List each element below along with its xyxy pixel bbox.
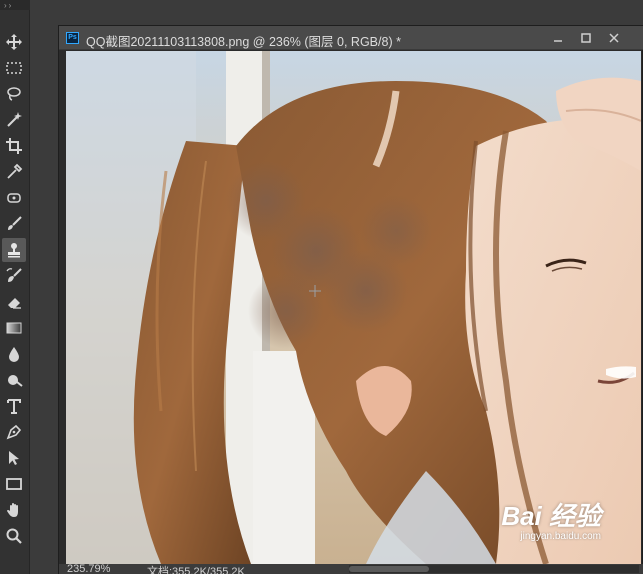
maximize-button[interactable] bbox=[572, 26, 600, 50]
lasso-tool-icon[interactable] bbox=[2, 82, 26, 106]
eraser-tool-icon[interactable] bbox=[2, 290, 26, 314]
marquee-tool-icon[interactable] bbox=[2, 56, 26, 80]
tools-panel: ›› bbox=[0, 0, 30, 574]
type-tool-icon[interactable] bbox=[2, 394, 26, 418]
zoom-level[interactable]: 235.79% bbox=[67, 563, 110, 574]
document-window: Ps QQ截图20211103113808.png @ 236% (图层 0, … bbox=[58, 25, 643, 574]
move-tool-icon[interactable] bbox=[2, 30, 26, 54]
document-titlebar[interactable]: Ps QQ截图20211103113808.png @ 236% (图层 0, … bbox=[59, 26, 643, 50]
clone-stamp-tool-icon[interactable] bbox=[2, 238, 26, 262]
zoom-tool-icon[interactable] bbox=[2, 524, 26, 548]
scrollbar-thumb[interactable] bbox=[349, 566, 429, 572]
image-canvas[interactable]: Bai 经验 jingyan.baidu.com bbox=[66, 51, 641, 564]
rectangle-tool-icon[interactable] bbox=[2, 472, 26, 496]
photoshop-app: ›› Ps QQ截图20211103113808.png @ 236% (图层 … bbox=[0, 0, 643, 574]
pen-tool-icon[interactable] bbox=[2, 420, 26, 444]
document-size[interactable]: 文档:355.2K/355.2K bbox=[147, 563, 245, 574]
watermark-logo: Bai 经验 bbox=[501, 501, 601, 531]
document-title: QQ截图20211103113808.png @ 236% (图层 0, RGB… bbox=[86, 35, 401, 49]
status-bar: 235.79% 文档:355.2K/355.2K bbox=[59, 563, 643, 574]
photo-image bbox=[66, 51, 641, 564]
baidu-watermark: Bai 经验 jingyan.baidu.com bbox=[501, 496, 601, 542]
history-brush-tool-icon[interactable] bbox=[2, 264, 26, 288]
blur-tool-icon[interactable] bbox=[2, 342, 26, 366]
minimize-button[interactable] bbox=[544, 26, 572, 50]
horizontal-scrollbar[interactable] bbox=[349, 565, 639, 573]
hand-tool-icon[interactable] bbox=[2, 498, 26, 522]
photoshop-icon: Ps bbox=[66, 32, 79, 44]
crop-tool-icon[interactable] bbox=[2, 134, 26, 158]
brush-tool-icon[interactable] bbox=[2, 212, 26, 236]
eyedropper-tool-icon[interactable] bbox=[2, 160, 26, 184]
magic-wand-tool-icon[interactable] bbox=[2, 108, 26, 132]
gradient-tool-icon[interactable] bbox=[2, 316, 26, 340]
close-button[interactable] bbox=[600, 26, 628, 50]
path-selection-tool-icon[interactable] bbox=[2, 446, 26, 470]
dodge-tool-icon[interactable] bbox=[2, 368, 26, 392]
healing-brush-tool-icon[interactable] bbox=[2, 186, 26, 210]
panel-grip[interactable]: ›› bbox=[0, 0, 30, 10]
